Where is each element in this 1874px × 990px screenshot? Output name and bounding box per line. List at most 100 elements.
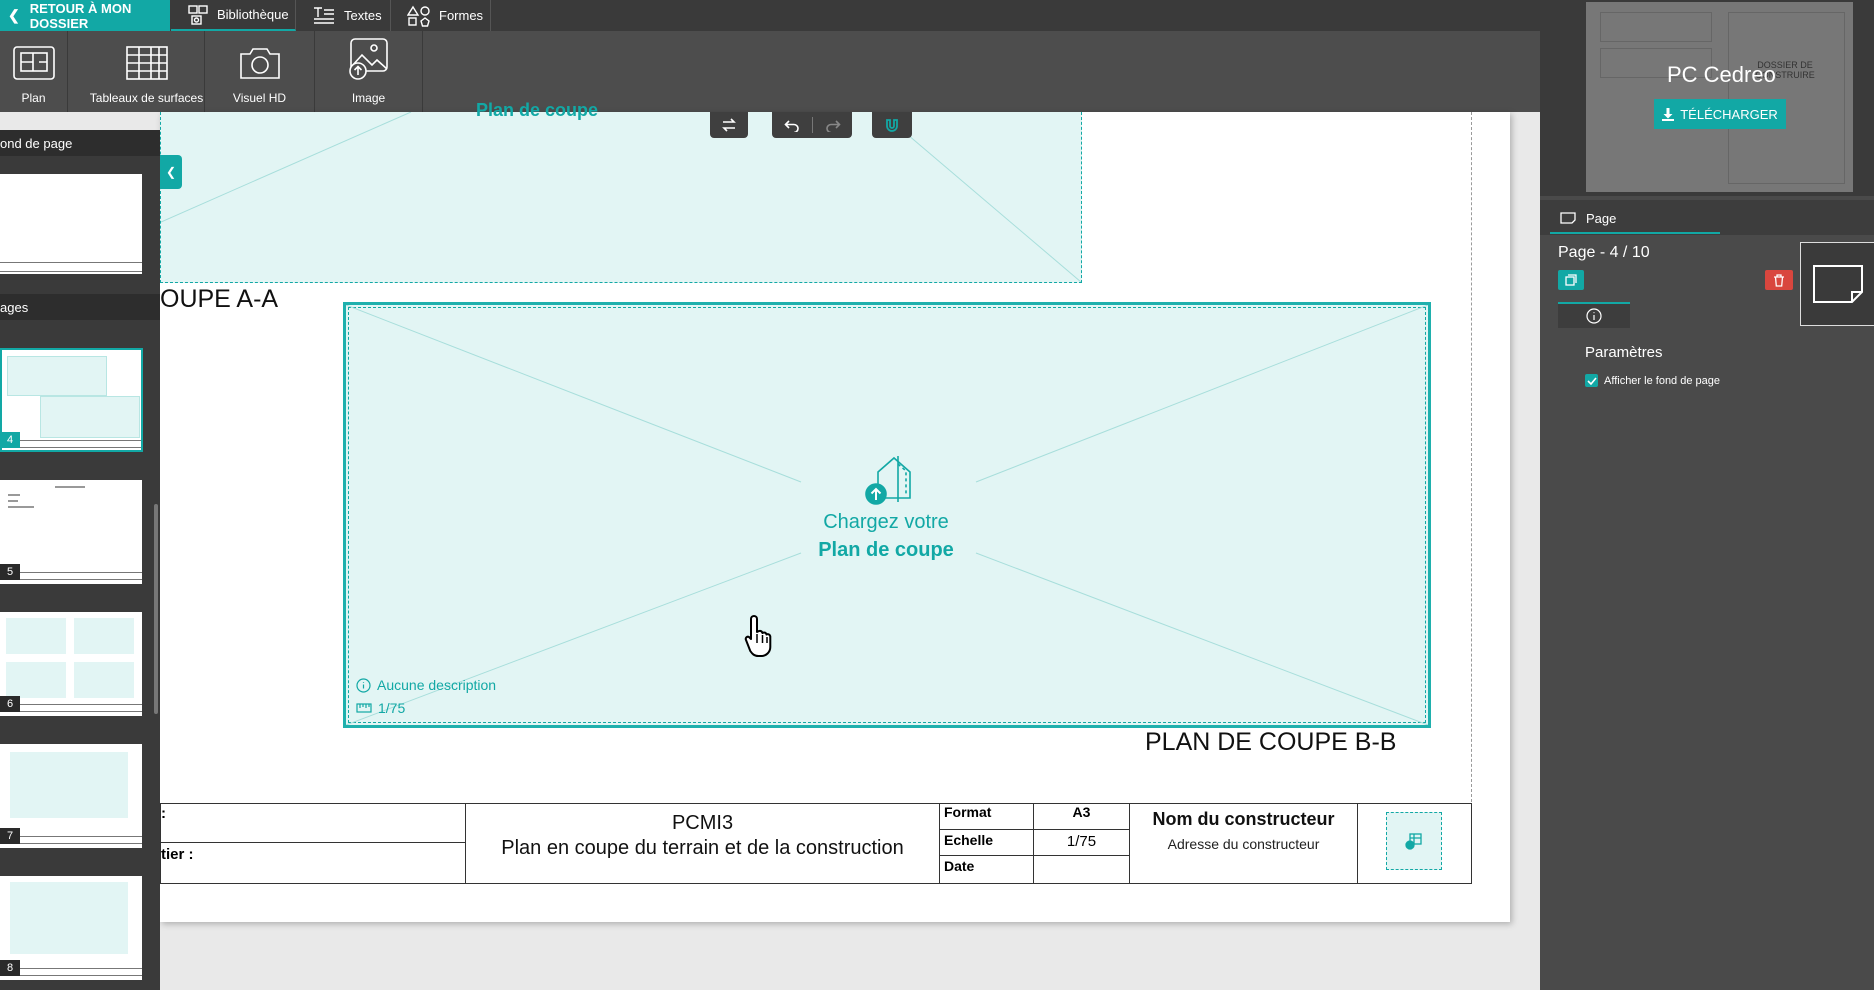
placeholder-scale[interactable]: 1/75 xyxy=(356,700,405,716)
page-orientation-button[interactable] xyxy=(1800,242,1874,326)
background-section-label: ond de page xyxy=(0,135,73,151)
placeholder-line1: Chargez votre xyxy=(823,511,949,533)
upload-house-icon[interactable] xyxy=(864,450,916,506)
description-text: Aucune description xyxy=(377,677,497,693)
scale-value: 1/75 xyxy=(1034,830,1130,856)
format-label: Format xyxy=(940,804,1034,830)
collapse-panel-button[interactable]: ❮ xyxy=(160,155,182,189)
placeholder-line2: Plan de coupe xyxy=(818,539,954,561)
insert-surfaces-table-button[interactable]: Tableaux de surfaces xyxy=(89,31,205,112)
undo-redo-group xyxy=(772,112,852,138)
scale-text: 1/75 xyxy=(378,700,406,716)
hand-cursor-icon xyxy=(744,613,778,659)
undo-icon[interactable] xyxy=(783,118,800,132)
tab-shapes-label: Formes xyxy=(439,8,484,23)
tab-shapes[interactable]: Formes xyxy=(391,0,491,31)
tab-library[interactable]: Bibliothèque xyxy=(171,0,296,31)
format-value: A3 xyxy=(1034,804,1130,830)
tab-library-label: Bibliothèque xyxy=(217,7,289,22)
magnet-button[interactable] xyxy=(872,112,912,138)
project-name: PC Cedreo xyxy=(1667,62,1776,87)
page-number-badge: 5 xyxy=(0,564,20,580)
title-block-owner: : xyxy=(161,804,466,843)
image-placeholder-main[interactable]: Chargez votre Plan de coupe Aucune descr… xyxy=(343,302,1431,728)
download-button[interactable]: TÉLÉCHARGER xyxy=(1654,99,1786,129)
ruler-icon xyxy=(356,703,372,713)
duplicate-icon xyxy=(1565,274,1577,286)
document-subtitle: Plan en coupe du terrain et de la constr… xyxy=(501,837,904,859)
insert-image-label: Image xyxy=(351,91,386,105)
shapes-icon xyxy=(407,5,431,27)
page-number-badge: 8 xyxy=(0,960,20,976)
page-number-badge: 4 xyxy=(0,432,20,448)
section-b-label: PLAN DE COUPE B-B xyxy=(1145,728,1397,756)
download-icon xyxy=(1662,107,1675,121)
landscape-page-icon xyxy=(1810,262,1866,306)
swap-icon xyxy=(721,118,737,132)
show-background-checkbox[interactable] xyxy=(1585,374,1598,387)
insert-surfaces-table-label: Tableaux de surfaces xyxy=(89,91,204,105)
magnet-icon xyxy=(884,117,900,133)
page-thumbnail-4[interactable] xyxy=(0,348,143,452)
date-label: Date xyxy=(940,856,1034,883)
section-a-label: OUPE A-A xyxy=(160,285,279,313)
title-block-site: tier : xyxy=(161,843,466,883)
duplicate-page-button[interactable] xyxy=(1558,270,1584,290)
tab-page-label: Page xyxy=(1586,210,1617,226)
back-to-folder-button[interactable]: ❮ RETOUR À MON DOSSIER xyxy=(0,0,170,31)
trash-icon xyxy=(1773,273,1785,287)
page-counter: Page - 4 / 10 xyxy=(1558,244,1650,261)
pages-section-header: ages xyxy=(0,294,160,320)
page-icon xyxy=(1560,212,1576,224)
document-code: PCMI3 xyxy=(671,812,734,834)
builder-address: Adresse du constructeur xyxy=(1167,836,1320,852)
page-number-badge: 6 xyxy=(0,696,20,712)
tab-page[interactable]: Page xyxy=(1550,204,1720,234)
page-thumbnail-7[interactable] xyxy=(0,744,142,848)
scale-label: Echelle xyxy=(940,830,1034,856)
date-value xyxy=(1034,856,1130,883)
tab-texts-label: Textes xyxy=(344,8,382,23)
info-icon xyxy=(356,677,371,693)
table-icon xyxy=(125,45,169,81)
show-background-option[interactable]: Afficher le fond de page xyxy=(1585,374,1720,387)
chevron-left-icon: ❮ xyxy=(165,165,177,179)
title-block[interactable]: : tier : PCMI3 Plan en coupe du terrain … xyxy=(160,803,1472,884)
page-thumbnail-6[interactable] xyxy=(0,612,142,716)
swap-button[interactable] xyxy=(710,112,748,138)
page-number-badge: 7 xyxy=(0,828,20,844)
redo-icon[interactable] xyxy=(825,118,841,132)
library-icon xyxy=(187,4,209,26)
placeholder-description[interactable]: Aucune description xyxy=(356,677,496,693)
builder-logo-placeholder[interactable] xyxy=(1386,812,1442,870)
insert-plan-button[interactable]: Plan xyxy=(0,31,68,112)
insert-plan-label: Plan xyxy=(21,91,46,105)
page-margin-guide xyxy=(1470,112,1472,802)
plan-icon xyxy=(12,45,56,81)
background-section-header: ond de page xyxy=(0,130,160,156)
document-preview: DOSSIER DE CONSTRUIRE xyxy=(1540,0,1874,196)
insert-hd-visual-label: Visuel HD xyxy=(232,91,287,105)
camera-icon xyxy=(238,45,282,81)
tab-info[interactable] xyxy=(1558,302,1630,328)
chevron-left-icon: ❮ xyxy=(8,7,20,23)
image-placeholder-top[interactable]: Plan de coupe xyxy=(160,100,1082,283)
builder-name: Nom du constructeur xyxy=(1152,809,1335,829)
page-thumbnail-5[interactable] xyxy=(0,480,142,584)
background-thumbnail[interactable] xyxy=(0,174,142,274)
delete-page-button[interactable] xyxy=(1765,270,1793,290)
parameters-title: Paramètres xyxy=(1585,344,1663,361)
info-icon xyxy=(1586,308,1602,324)
top-placeholder-label: Plan de coupe xyxy=(476,100,599,120)
back-to-folder-label: RETOUR À MON DOSSIER xyxy=(29,0,132,31)
page-thumbnail-8[interactable] xyxy=(0,876,142,980)
pages-section-label: ages xyxy=(0,299,29,315)
left-panel-scrollbar[interactable] xyxy=(154,504,158,714)
show-background-label: Afficher le fond de page xyxy=(1604,374,1720,387)
image-upload-icon xyxy=(347,37,391,81)
insert-hd-visual-button[interactable]: Visuel HD xyxy=(205,31,315,112)
tab-texts[interactable]: Textes xyxy=(296,0,391,31)
download-label: TÉLÉCHARGER xyxy=(1680,106,1778,122)
insert-image-button[interactable]: Image xyxy=(315,31,423,112)
logo-upload-icon xyxy=(1405,832,1423,850)
